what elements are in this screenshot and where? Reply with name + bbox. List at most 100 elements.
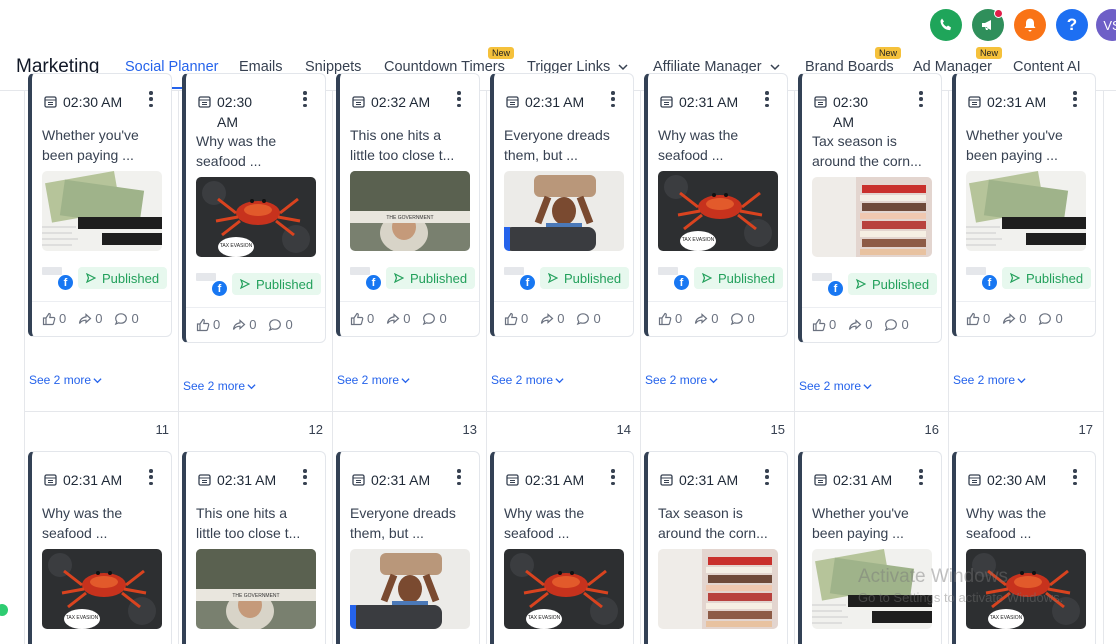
megaphone-icon[interactable] [972,9,1004,41]
post-caption: Tax season is around the corn... [658,503,782,543]
status-dot [0,604,8,616]
post-image[interactable]: TAX EVASION [42,549,162,629]
card-divider [340,301,479,302]
post-card[interactable]: 02:31 AM Tax season is around the corn... [644,451,788,644]
facebook-icon: f [982,275,997,290]
account-thumbnail [350,267,370,275]
more-options-icon[interactable] [457,91,461,107]
post-image[interactable]: THE GOVERNMENT [196,549,316,629]
likes-count: 0 [196,317,220,332]
post-card[interactable]: 02:31 AM Everyone dreads them, but ... f Pub… [490,73,634,337]
help-icon[interactable]: ? [1056,9,1088,41]
post-image[interactable] [350,549,470,629]
see-more-link[interactable]: See 2 more [645,373,718,387]
post-image[interactable]: TAX EVASION [966,549,1086,629]
post-time: 02:32 AM [352,92,430,112]
engagement-stats: 0 0 0 [812,317,909,332]
published-badge: Published [694,267,784,289]
post-caption-line: Why was the [42,505,123,521]
likes-value: 0 [367,311,375,326]
post-image[interactable] [42,171,162,251]
post-caption-line: Whether you've [812,505,909,521]
more-options-icon[interactable] [919,469,923,485]
see-more-link[interactable]: See 2 more [183,379,256,393]
see-more-label: See 2 more [183,379,246,393]
post-card[interactable]: 02:30 AM Why was the seafood ... TAX EVASIO… [952,451,1096,644]
shares-value: 0 [557,311,565,326]
publish-icon [702,273,712,283]
more-options-icon[interactable] [611,469,615,485]
calendar-icon [44,96,57,108]
post-card[interactable]: 02:31 AM Why was the seafood ... TAX EVASIO… [644,73,788,337]
more-options-icon[interactable] [611,91,615,107]
more-options-icon[interactable] [919,91,923,107]
day-number: 11 [155,422,170,437]
bell-icon[interactable] [1014,9,1046,41]
post-card[interactable]: 02:31 AM This one hits a little too close … [182,451,326,644]
post-card[interactable]: 02:31 AM Why was the seafood ... TAX EVASIO… [490,451,634,644]
post-image[interactable]: THE GOVERNMENT [350,171,470,251]
post-image[interactable] [812,177,932,257]
post-caption-line: seafood ... [966,525,1032,541]
post-caption-line: been paying ... [812,525,904,541]
post-card[interactable]: 02:31 AM Whether you've been paying ... f Pu… [952,73,1096,337]
post-card[interactable]: 02:31 AM Everyone dreads them, but ... [336,451,480,644]
more-options-icon[interactable] [1073,91,1077,107]
post-card[interactable]: 02:31 AM Why was the seafood ... TAX EVASIO… [28,451,172,644]
engagement-stats: 0 0 0 [966,311,1063,326]
see-more-link[interactable]: See 2 more [337,373,410,387]
phone-icon[interactable] [930,9,962,41]
more-options-icon[interactable] [303,469,307,485]
more-options-icon[interactable] [457,469,461,485]
post-card[interactable]: 02:31 AM Whether you've been paying ... [798,451,942,644]
post-caption: Whether you've been paying ... [42,125,166,165]
post-card[interactable]: 02:30 AM Why was the seafood ... TAX EVASION… [182,73,326,343]
post-image[interactable] [812,549,932,629]
more-options-icon[interactable] [765,91,769,107]
post-image[interactable]: TAX EVASION [504,549,624,629]
post-image[interactable] [966,171,1086,251]
post-card[interactable]: 02:30 AM Whether you've been paying ... f Pu… [28,73,172,337]
post-image[interactable]: TAX EVASION [196,177,316,257]
post-time: 02:31 AM [506,92,584,112]
more-options-icon[interactable] [303,91,307,107]
more-options-icon[interactable] [1073,469,1077,485]
likes-count: 0 [812,317,836,332]
svg-text:TAX EVASION: TAX EVASION [528,615,561,621]
see-more-link[interactable]: See 2 more [799,379,872,393]
post-time: 02:30 AM [968,470,1046,490]
see-more-link[interactable]: See 2 more [953,373,1026,387]
grid-row-line [24,411,1104,412]
post-image[interactable] [658,549,778,629]
see-more-link[interactable]: See 2 more [29,373,102,387]
post-card[interactable]: 02:32 AM This one hits a little too close … [336,73,480,337]
grid-column-line [332,91,333,644]
post-card[interactable]: 02:30 AM Tax season is around the corn... f P… [798,73,942,343]
post-time-text: 02:31 AM [833,472,893,488]
more-options-icon[interactable] [149,91,153,107]
see-more-label: See 2 more [799,379,862,393]
post-caption-line: around the corn... [658,525,768,541]
comments-value: 0 [1055,311,1063,326]
post-caption: Why was the seafood ... [42,503,166,543]
avatar[interactable]: VS [1096,9,1116,41]
post-time-hour: 02:30 [833,94,869,110]
post-time-text: 02:30 AM [63,94,123,110]
post-caption-line: seafood ... [42,525,108,541]
see-more-link[interactable]: See 2 more [491,373,564,387]
chevron-down-icon [618,64,628,71]
comments-value: 0 [285,317,293,332]
post-image[interactable] [504,171,624,251]
grid-column-line [486,91,487,644]
facebook-icon: f [674,275,689,290]
post-image[interactable]: TAX EVASION [658,171,778,251]
share-icon [849,318,862,330]
more-options-icon[interactable] [765,469,769,485]
post-time: 02:31 AM [660,470,738,490]
calendar-icon [198,474,211,486]
post-caption: Why was the seafood ... [966,503,1090,543]
like-icon [658,312,672,325]
more-options-icon[interactable] [149,469,153,485]
chevron-down-icon [1017,377,1026,383]
grid-column-line [24,91,25,644]
